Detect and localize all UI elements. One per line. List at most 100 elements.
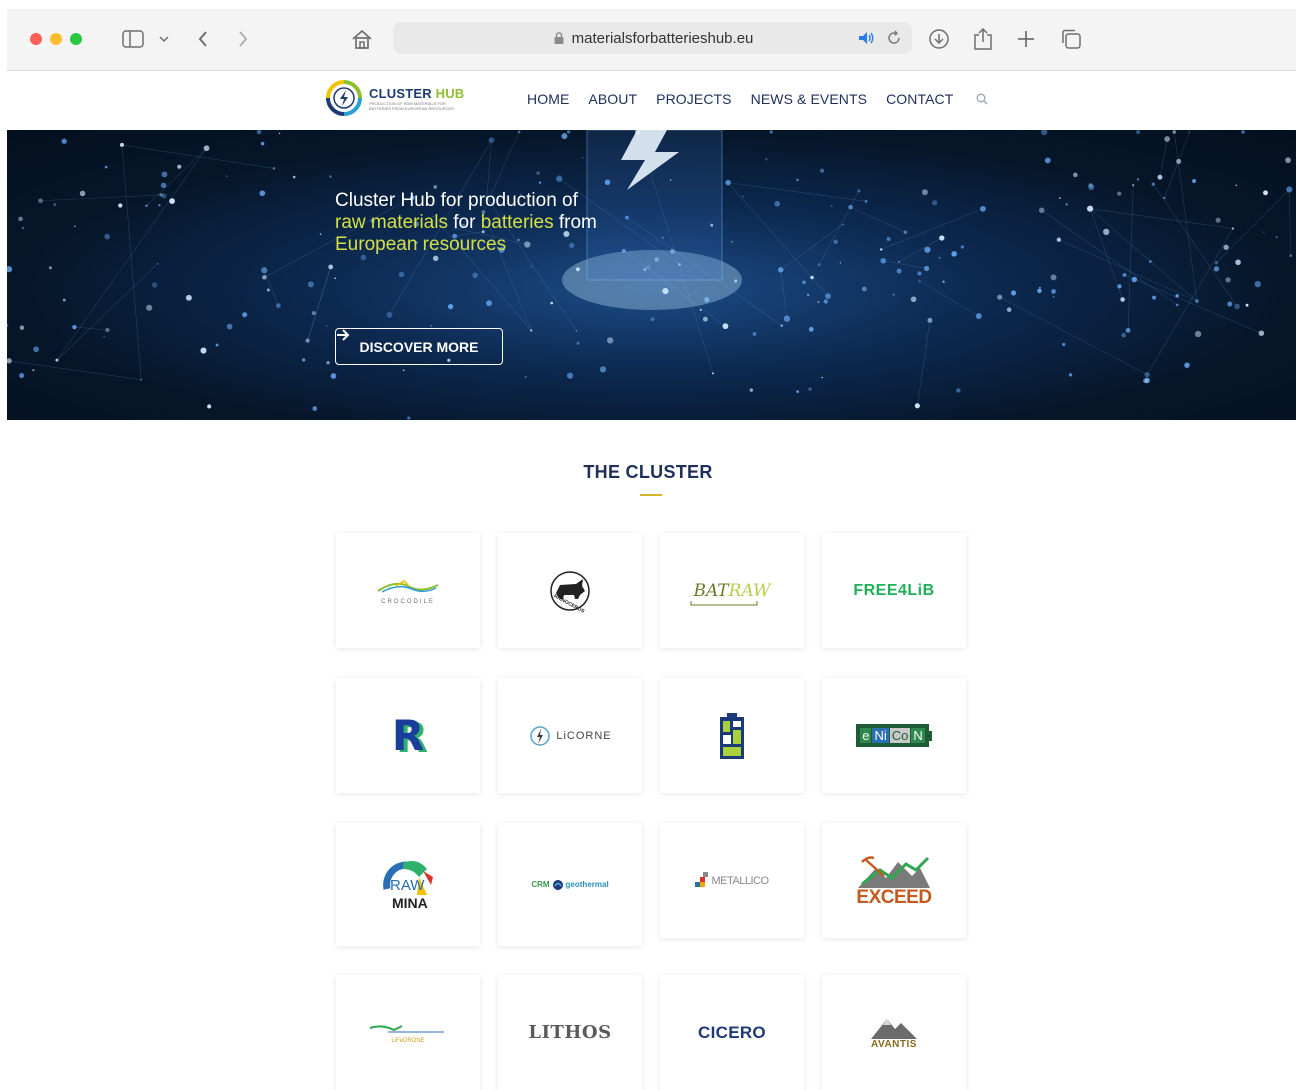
network-node [1038, 286, 1041, 289]
speaker-icon[interactable] [858, 31, 876, 45]
minimize-window-button[interactable] [50, 33, 62, 45]
avantis-logo-text: AVANTIS [871, 1039, 917, 1050]
home-button[interactable] [349, 25, 375, 53]
project-card-enicon[interactable]: e Ni Co N [822, 678, 966, 793]
network-node [939, 235, 945, 241]
new-tab-button[interactable] [1015, 25, 1037, 53]
network-node [932, 200, 938, 206]
network-node [823, 299, 828, 304]
project-card-avantis[interactable]: AVANTIS [822, 975, 966, 1090]
share-button[interactable] [971, 25, 995, 53]
network-node [398, 271, 405, 278]
project-card-exceed[interactable]: EXCEED [822, 823, 966, 938]
network-node [997, 294, 1003, 300]
network-node [72, 324, 77, 330]
project-card-batraw[interactable]: BAT RAW [660, 533, 804, 648]
search-icon[interactable] [976, 93, 988, 105]
nav-about[interactable]: ABOUT [588, 91, 637, 107]
cluster-hub-logo[interactable]: CLUSTER HUB PRODUCTION OF RAW MATERIALS … [325, 79, 464, 117]
logo-title-accent: HUB [435, 85, 465, 101]
network-node [7, 358, 12, 364]
network-node [924, 246, 931, 253]
network-line [727, 182, 829, 297]
project-card-lifedrone[interactable]: LiFeDRONE [336, 975, 480, 1090]
lock-icon [554, 32, 564, 44]
network-node [1175, 294, 1179, 298]
network-node [842, 223, 844, 226]
sidebar-toggle-button[interactable] [120, 25, 146, 53]
downloads-button[interactable] [927, 25, 951, 53]
main-nav: HOME ABOUT PROJECTS NEWS & EVENTS CONTAC… [527, 91, 988, 107]
battery-logo-icon [720, 712, 744, 759]
network-node [774, 200, 781, 207]
network-node [262, 275, 267, 280]
crm-logo-text: CRM [531, 880, 550, 889]
network-node [104, 233, 111, 240]
network-node [1184, 362, 1190, 368]
hero-title: Cluster Hub for production of raw materi… [335, 190, 605, 256]
network-line [1173, 131, 1198, 302]
project-card-crm-geothermal[interactable]: CRM geothermal [498, 823, 642, 946]
network-node [261, 267, 268, 274]
network-node [226, 323, 233, 330]
network-node [1254, 280, 1261, 288]
network-node [311, 311, 316, 316]
reload-icon[interactable] [886, 30, 902, 46]
network-line [1127, 185, 1134, 331]
network-node [725, 179, 731, 186]
network-line [1216, 189, 1290, 263]
network-node [556, 175, 563, 182]
project-card-free4lib[interactable]: FREE4LiB [822, 533, 966, 648]
sidebar-icon [122, 30, 144, 48]
chevron-right-icon [239, 31, 248, 47]
hero-title-accent-1: raw materials [335, 212, 448, 233]
network-node [1050, 274, 1057, 281]
network-node [575, 329, 578, 332]
network-node [1157, 174, 1163, 180]
nav-projects[interactable]: PROJECTS [656, 91, 731, 107]
rawmina-logo-text-mina: MINA [392, 894, 428, 911]
network-node [530, 266, 533, 268]
licorne-logo-text: LiCORNE [556, 729, 612, 742]
zoom-window-button[interactable] [70, 33, 82, 45]
network-node [839, 262, 842, 264]
network-node [742, 195, 745, 198]
discover-more-button[interactable]: DISCOVER MORE [335, 328, 503, 365]
network-node [104, 165, 108, 169]
close-window-button[interactable] [30, 33, 42, 45]
project-card-battery[interactable] [660, 678, 804, 793]
network-node [177, 164, 182, 169]
network-node [215, 343, 219, 347]
address-bar[interactable]: materialsforbatterieshub.eu [393, 22, 912, 54]
project-card-licorne[interactable]: LiCORNE [498, 678, 642, 793]
network-node [1006, 307, 1012, 312]
network-node [524, 376, 527, 378]
nav-home[interactable]: HOME [527, 91, 569, 107]
network-node [910, 296, 917, 303]
project-card-cicero[interactable]: CICERO [660, 975, 804, 1090]
network-node [1235, 259, 1241, 266]
chevron-left-icon [198, 31, 207, 47]
network-node [386, 311, 393, 318]
project-card-rhinoceros[interactable]: RHINOCEROS [498, 533, 642, 648]
network-node [722, 323, 729, 330]
project-card-r[interactable]: R [336, 678, 480, 793]
forward-button[interactable] [233, 25, 253, 53]
network-node [951, 251, 957, 257]
network-node [1038, 207, 1045, 213]
project-card-lithos[interactable]: LITHOS [498, 975, 642, 1090]
crocodile-logo-text: CROCODILE [381, 598, 435, 605]
nav-news-events[interactable]: NEWS & EVENTS [751, 91, 867, 107]
network-node [808, 387, 812, 391]
network-node [1258, 330, 1265, 336]
project-card-crocodile[interactable]: CROCODILE [336, 533, 480, 648]
back-button[interactable] [193, 25, 213, 53]
project-card-rawmina[interactable]: RAW MINA [336, 823, 480, 946]
network-node [833, 239, 838, 245]
rawmina-logo-text-raw: RAW [390, 876, 425, 894]
tab-overview-button[interactable] [1059, 25, 1083, 53]
network-node [806, 293, 810, 297]
sidebar-menu-button[interactable] [157, 25, 171, 53]
nav-contact[interactable]: CONTACT [886, 91, 953, 107]
project-card-metallico[interactable]: METALLICO [660, 823, 804, 938]
